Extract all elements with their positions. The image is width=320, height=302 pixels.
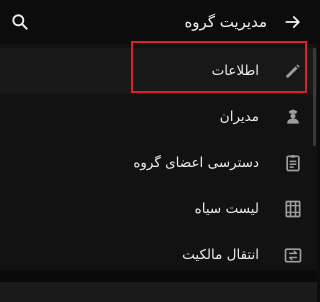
list-item-label: لیست سیاه	[194, 201, 259, 217]
list-item-blacklist[interactable]: لیست سیاه	[0, 186, 317, 232]
transfer-ownership-icon	[284, 248, 302, 263]
settings-list: اطلاعات مدیران دسترسی اعضای گروه لیست سی…	[0, 44, 317, 270]
group-management-screen: مدیریت گروه اطلاعات مدیران دسترسی اعضای …	[0, 0, 317, 302]
page-title: مدیریت گروه	[184, 13, 267, 31]
bottom-strip	[0, 282, 317, 302]
search-icon[interactable]	[10, 12, 30, 32]
list-item-member-permissions[interactable]: دسترسی اعضای گروه	[0, 140, 317, 186]
clipboard-icon	[286, 155, 300, 172]
list-item-label: اطلاعات	[211, 63, 259, 79]
blocked-list-icon	[285, 200, 301, 218]
list-item-label: مدیران	[219, 109, 259, 125]
toolbar: مدیریت گروه	[0, 0, 317, 44]
pencil-icon	[286, 64, 300, 78]
admin-badge-icon	[287, 109, 299, 124]
list-item-label: دسترسی اعضای گروه	[133, 155, 259, 171]
list-item-admins[interactable]: مدیران	[0, 94, 317, 140]
arrow-forward-icon[interactable]	[283, 12, 303, 32]
bottom-area	[0, 270, 317, 302]
scrollbar[interactable]	[313, 48, 316, 146]
list-item-info[interactable]: اطلاعات	[0, 48, 317, 94]
